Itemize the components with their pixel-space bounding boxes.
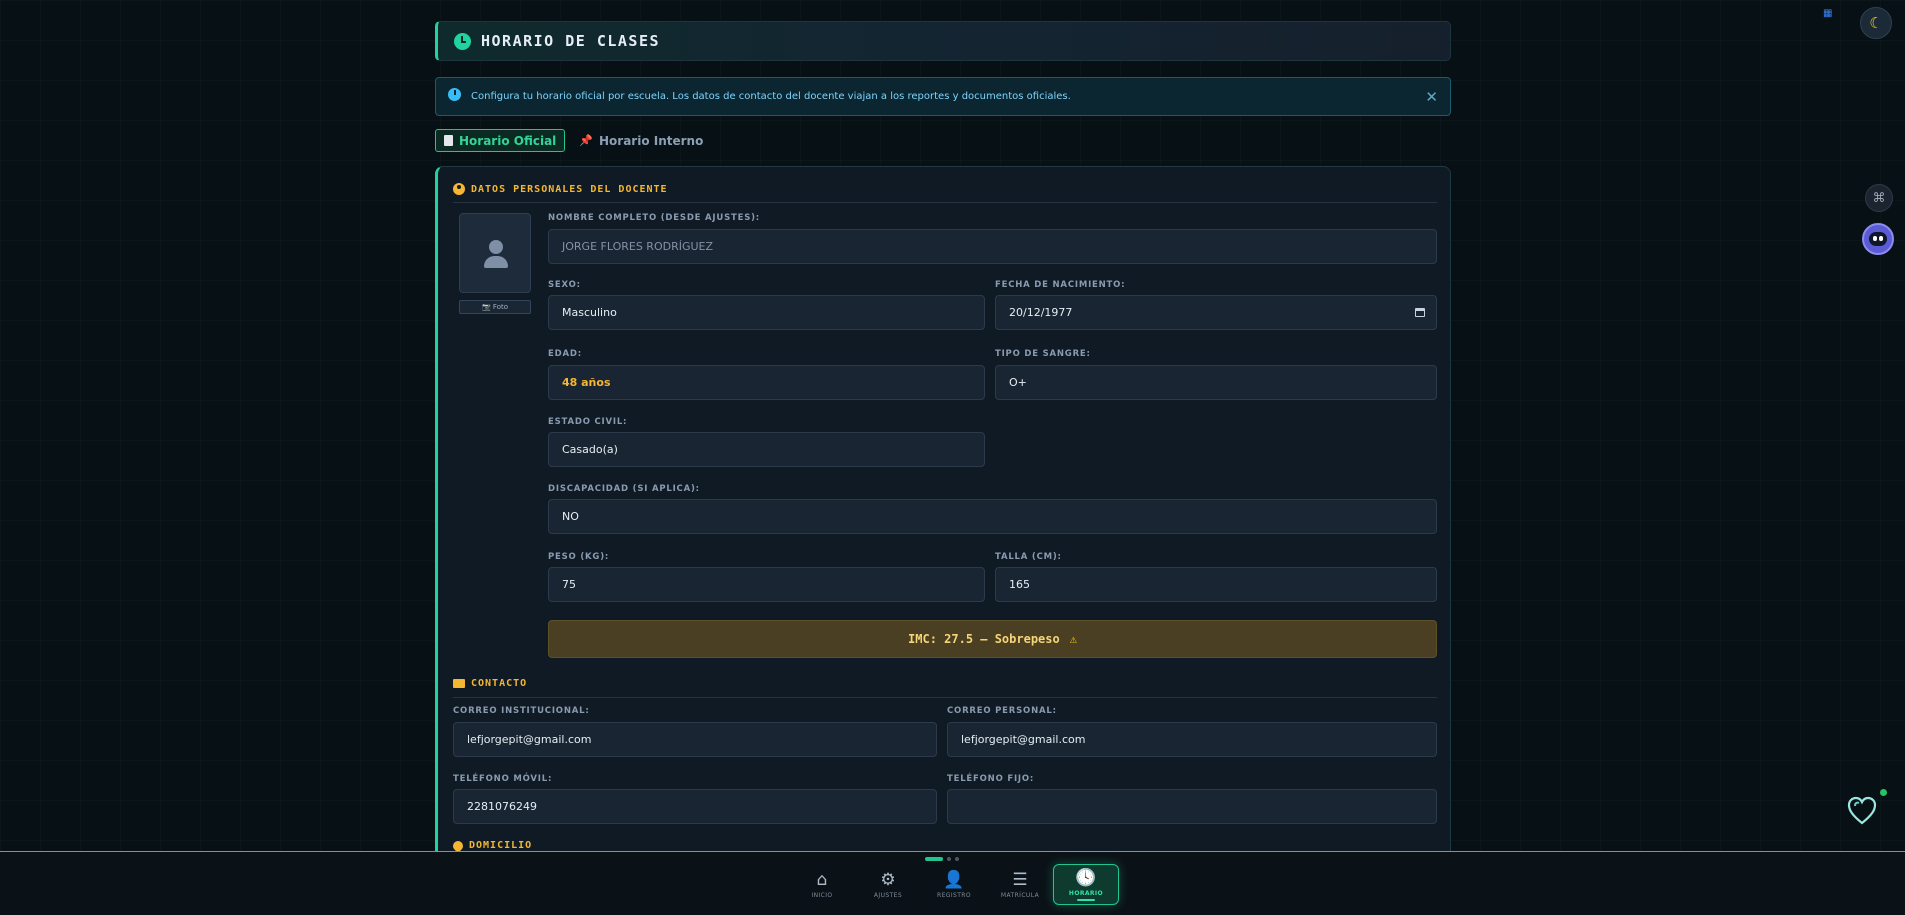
page-title: HORARIO DE CLASES [481,32,661,50]
envelope-icon [453,679,465,688]
avatar-icon [489,240,503,254]
tab-horario-interno[interactable]: 📌 Horario Interno [565,134,703,148]
pushpin-icon: 📌 [579,134,593,147]
label-sexo: SEXO: [548,280,581,290]
clock-icon: 🕓 [1075,867,1097,888]
label-correo-personal: CORREO PERSONAL: [947,706,1057,716]
label-fecha-nacimiento: FECHA DE NACIMIENTO: [995,280,1126,290]
nav-inicio[interactable]: ⌂ INICIO [789,864,855,905]
info-alert: Configura tu horario oficial por escuela… [435,77,1451,116]
tab-label: Horario Oficial [459,133,557,148]
active-indicator [1077,898,1095,901]
nav-registro[interactable]: 👤 REGISTRO [921,864,987,905]
clock-icon [454,32,471,50]
user-plus-icon: 👤 [943,869,965,890]
label-telefono-fijo: TELÉFONO FIJO: [947,774,1035,784]
label-discapacidad: DISCAPACIDAD (SI APLICA): [548,484,700,494]
tab-label: Horario Interno [599,133,704,148]
calendar-icon[interactable] [1415,308,1425,317]
user-circle-icon [453,183,465,195]
peso-input[interactable]: 75 [548,567,985,602]
info-icon [448,88,461,101]
info-text: Configura tu horario oficial por escuela… [471,91,1071,102]
bottom-nav: ⌂ INICIO ⚙ AJUSTES 👤 REGISTRO ☰ MATRÍCUL… [789,864,1119,905]
telefono-movil-input[interactable]: 2281076249 [453,789,937,824]
gear-icon: ⚙ [880,869,896,890]
main-content: HORARIO DE CLASES Configura tu horario o… [435,0,1451,852]
divider [453,202,1437,203]
nav-horario[interactable]: 🕓 HORARIO [1053,864,1119,905]
warning-icon: ⚠ [1069,632,1077,646]
online-indicator [1880,789,1887,796]
label-estado-civil: ESTADO CIVIL: [548,417,628,427]
nav-matricula[interactable]: ☰ MATRÍCULA [987,864,1053,905]
label-peso: PESO (KG): [548,552,610,562]
sexo-select[interactable]: Masculino [548,295,985,330]
page-indicator [925,857,959,861]
theme-toggle-button[interactable]: ☾ [1860,7,1892,39]
list-icon: ☰ [1012,869,1028,890]
wellbeing-button[interactable] [1846,789,1887,827]
label-tipo-sangre: TIPO DE SANGRE: [995,349,1091,359]
edad-field: 48 años [548,365,985,400]
imc-result: IMC: 27.5 — Sobrepeso ⚠ [548,620,1437,658]
correo-personal-input[interactable]: lefjorgepit@gmail.com [947,722,1437,757]
clipboard-icon [444,135,453,146]
teacher-data-card: DATOS PERSONALES DEL DOCENTE 📷 Foto NOMB… [435,166,1451,852]
fecha-nacimiento-input[interactable]: 20/12/1977 [995,295,1437,330]
estado-civil-select[interactable]: Casado(a) [548,432,985,467]
assistant-bot-button[interactable] [1862,223,1894,255]
close-icon[interactable]: ✕ [1425,88,1438,106]
heart-icon [1847,796,1877,825]
tab-horario-oficial[interactable]: Horario Oficial [435,129,566,152]
grid-icon: ⌘ [1872,190,1886,206]
section-title-personal: DATOS PERSONALES DEL DOCENTE [453,183,668,195]
label-correo-institucional: CORREO INSTITUCIONAL: [453,706,590,716]
nombre-field[interactable]: JORGE FLORES RODRÍGUEZ [548,229,1437,264]
divider [453,697,1437,698]
label-edad: EDAD: [548,349,582,359]
schedule-tabs: Horario Oficial 📌 Horario Interno [435,129,703,152]
map-pin-icon [450,838,466,852]
home-icon: ⌂ [816,869,828,890]
label-talla: TALLA (CM): [995,552,1062,562]
label-telefono-movil: TELÉFONO MÓVIL: [453,774,553,784]
discapacidad-input[interactable]: NO [548,499,1437,534]
apps-grid-button[interactable]: ⌘ [1865,184,1893,212]
section-title-contacto: CONTACTO [453,678,527,689]
nav-ajustes[interactable]: ⚙ AJUSTES [855,864,921,905]
correo-institucional-input[interactable]: lefjorgepit@gmail.com [453,722,937,757]
language-icon[interactable]: ▦ [1823,8,1839,20]
label-nombre: NOMBRE COMPLETO (DESDE AJUSTES): [548,213,761,223]
page-header: HORARIO DE CLASES [435,21,1451,61]
tipo-sangre-select[interactable]: O+ [995,365,1437,400]
section-title-domicilio: DOMICILIO [450,838,532,852]
talla-input[interactable]: 165 [995,567,1437,602]
robot-icon [1869,232,1887,246]
moon-icon: ☾ [1869,14,1883,32]
telefono-fijo-input[interactable] [947,789,1437,824]
photo-placeholder [459,213,531,293]
upload-photo-button[interactable]: 📷 Foto [459,300,531,314]
